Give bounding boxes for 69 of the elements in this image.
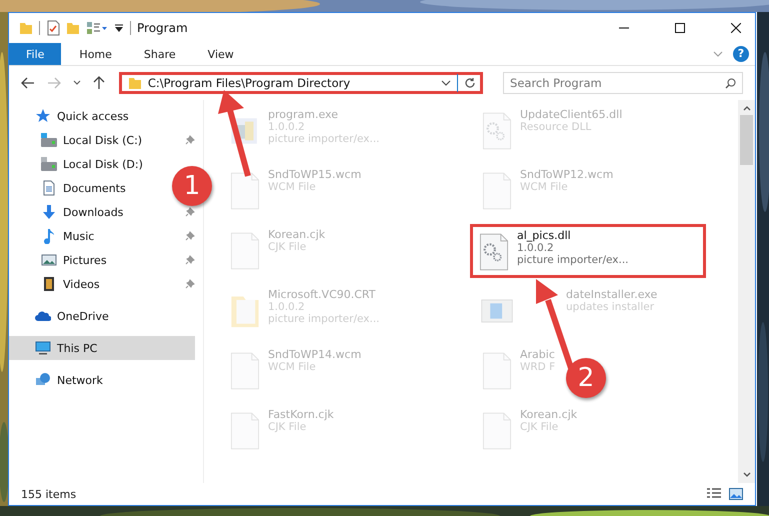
nav-item[interactable]: Downloads (9, 200, 128, 224)
file-name: Microsoft.VC90.CRT (268, 288, 376, 301)
pin-icon[interactable] (185, 255, 195, 265)
nav-item[interactable]: This PC (9, 336, 195, 360)
tiles-view-icon[interactable] (729, 488, 743, 500)
maximize-icon[interactable] (675, 23, 685, 33)
nav-item[interactable]: Local Disk (D:) (9, 152, 147, 176)
download-icon (41, 204, 57, 220)
scrollbar[interactable] (738, 100, 755, 483)
film-icon (41, 276, 57, 292)
view-options-icon[interactable] (86, 21, 108, 35)
nav-item[interactable]: Local Disk (C:) (9, 128, 146, 152)
file-name: program.exe (268, 108, 339, 121)
up-arrow-icon[interactable] (92, 76, 105, 90)
back-arrow-icon[interactable] (21, 77, 35, 89)
pin-icon[interactable] (185, 207, 195, 217)
nav-item[interactable]: Pictures (9, 248, 111, 272)
ribbon-tab[interactable]: Home (65, 43, 126, 65)
help-button[interactable]: ? (733, 46, 749, 62)
nav-item[interactable]: OneDrive (9, 304, 113, 328)
recent-caret-icon[interactable] (72, 80, 81, 86)
file-name: dateInstaller.exe (566, 288, 658, 301)
file-name: Korean.cjk (520, 408, 578, 421)
ribbon-tab[interactable]: File (9, 43, 62, 65)
details-view-icon[interactable] (707, 488, 721, 500)
music-note-icon (41, 228, 57, 244)
scrollbar-thumb[interactable] (740, 115, 753, 165)
nav-item[interactable]: Music (9, 224, 98, 248)
network-icon (35, 372, 51, 388)
file-name: SndToWP14.wcm (268, 348, 362, 361)
pin-icon[interactable] (185, 279, 195, 289)
pin-icon[interactable] (185, 135, 195, 145)
file-name: FastKorn.cjk (268, 408, 334, 421)
file-name: UpdateClient65.dll (520, 108, 622, 121)
file-name: Arabic (520, 348, 556, 361)
monitor-icon (35, 340, 51, 356)
document-icon (41, 180, 57, 196)
star-icon (35, 108, 51, 124)
address-bar[interactable]: C:\Program Files\Program Directory (118, 72, 484, 94)
scroll-down-icon[interactable] (742, 472, 750, 478)
properties-icon[interactable] (46, 20, 60, 36)
close-icon[interactable] (731, 23, 741, 33)
file-name: SndToWP15.wcm (268, 168, 362, 181)
file-detail: picture importer/ex... (517, 254, 628, 266)
refresh-icon[interactable] (464, 77, 476, 89)
pin-icon[interactable] (185, 231, 195, 241)
window-title: Program (137, 21, 188, 35)
file-item[interactable]: al_pics.dll 1.0.0.2 picture importer/ex... (470, 224, 706, 278)
search-field[interactable]: Search Program (503, 72, 744, 94)
nav-item[interactable]: Quick access (9, 104, 133, 128)
folder-icon (128, 76, 142, 90)
file-name: Korean.cjk (268, 228, 326, 241)
file-name: al_pics.dll (517, 229, 572, 242)
picture-icon (41, 252, 57, 268)
search-icon (725, 78, 736, 89)
ribbon-tab[interactable]: View (194, 43, 248, 65)
nav-item[interactable]: Videos (9, 272, 104, 296)
drive-icon (41, 132, 57, 148)
item-count: 155 items (21, 488, 76, 500)
file-name: SndToWP12.wcm (520, 168, 614, 181)
scroll-up-icon[interactable] (742, 105, 750, 111)
address-path: C:\Program Files\Program Directory (148, 76, 352, 90)
file-detail: 1.0.0.2 (517, 242, 555, 254)
customize-caret-icon[interactable] (114, 23, 124, 33)
nav-item[interactable]: Documents (9, 176, 130, 200)
ribbon-tab[interactable]: Share (130, 43, 190, 65)
nav-item[interactable]: Network (9, 368, 107, 392)
drive-icon (41, 156, 57, 172)
chevron-down-icon[interactable] (441, 80, 452, 86)
